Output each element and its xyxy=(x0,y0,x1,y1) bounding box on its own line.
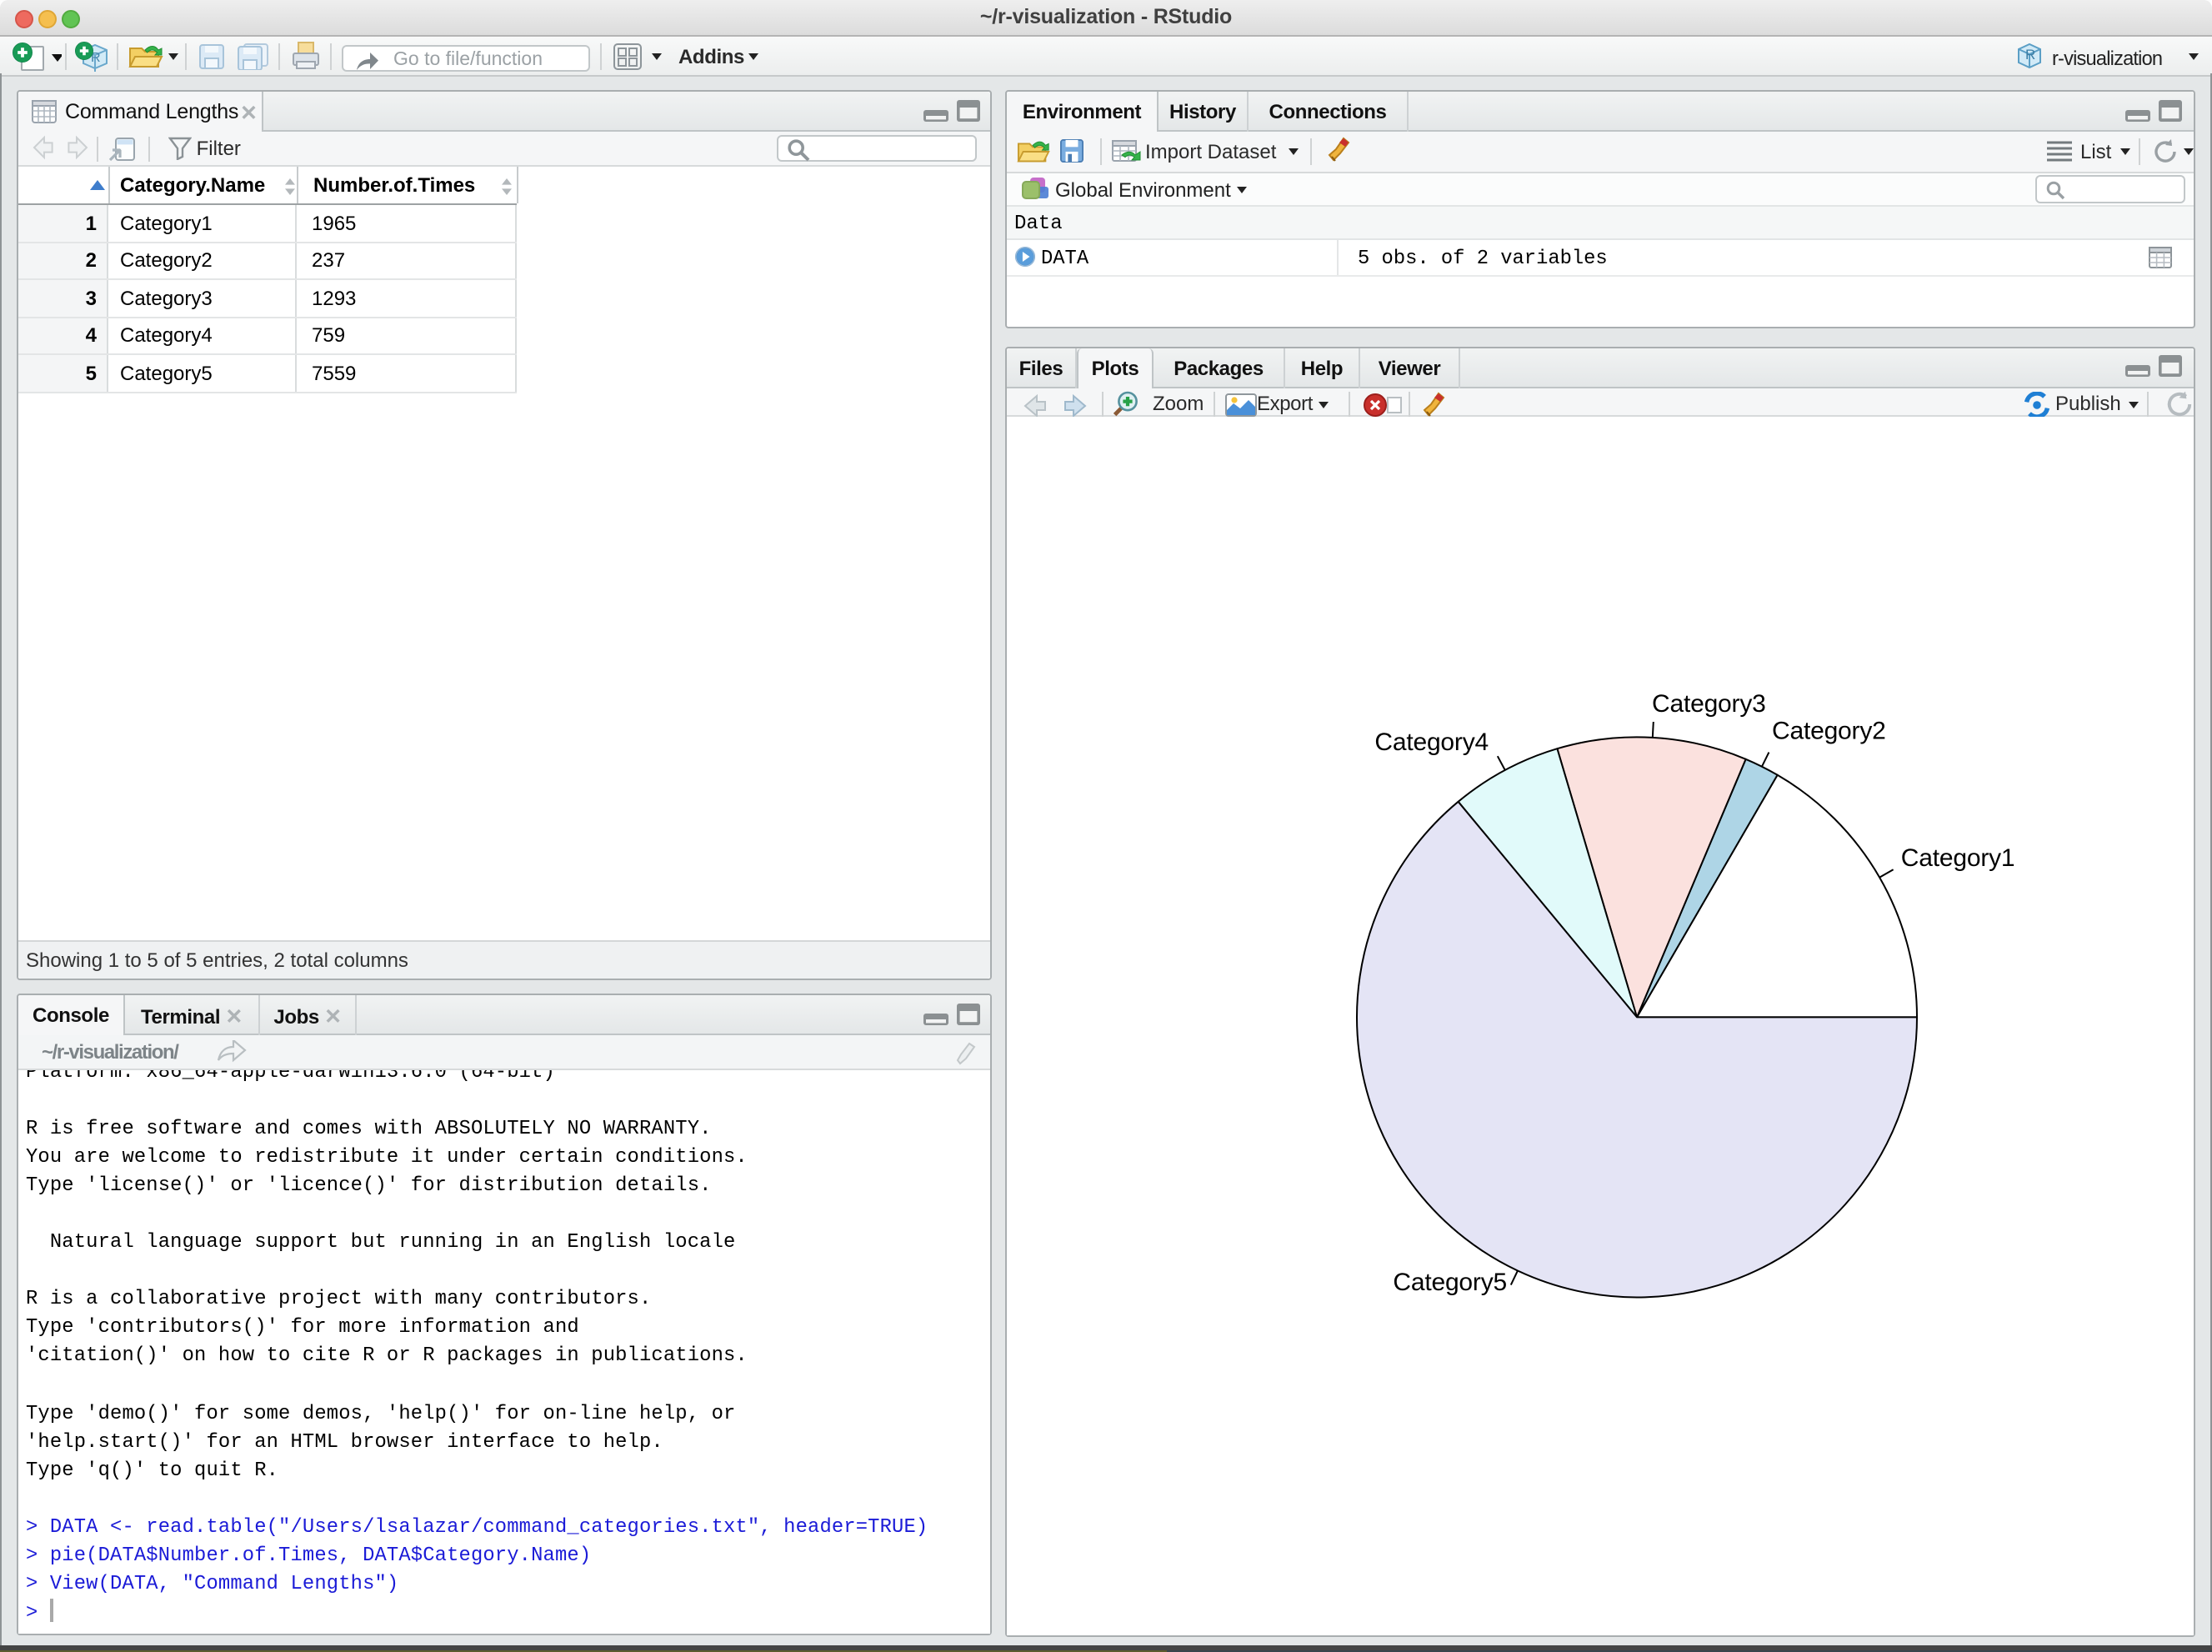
svg-text:Category5: Category5 xyxy=(1393,1269,1507,1297)
svg-text:Category2: Category2 xyxy=(1772,718,1886,745)
svg-text:Category3: Category3 xyxy=(1652,690,1766,718)
svg-text:R: R xyxy=(2025,47,2035,63)
svg-text:Category4: Category4 xyxy=(1374,729,1489,757)
svg-text:Category1: Category1 xyxy=(1901,845,2015,873)
